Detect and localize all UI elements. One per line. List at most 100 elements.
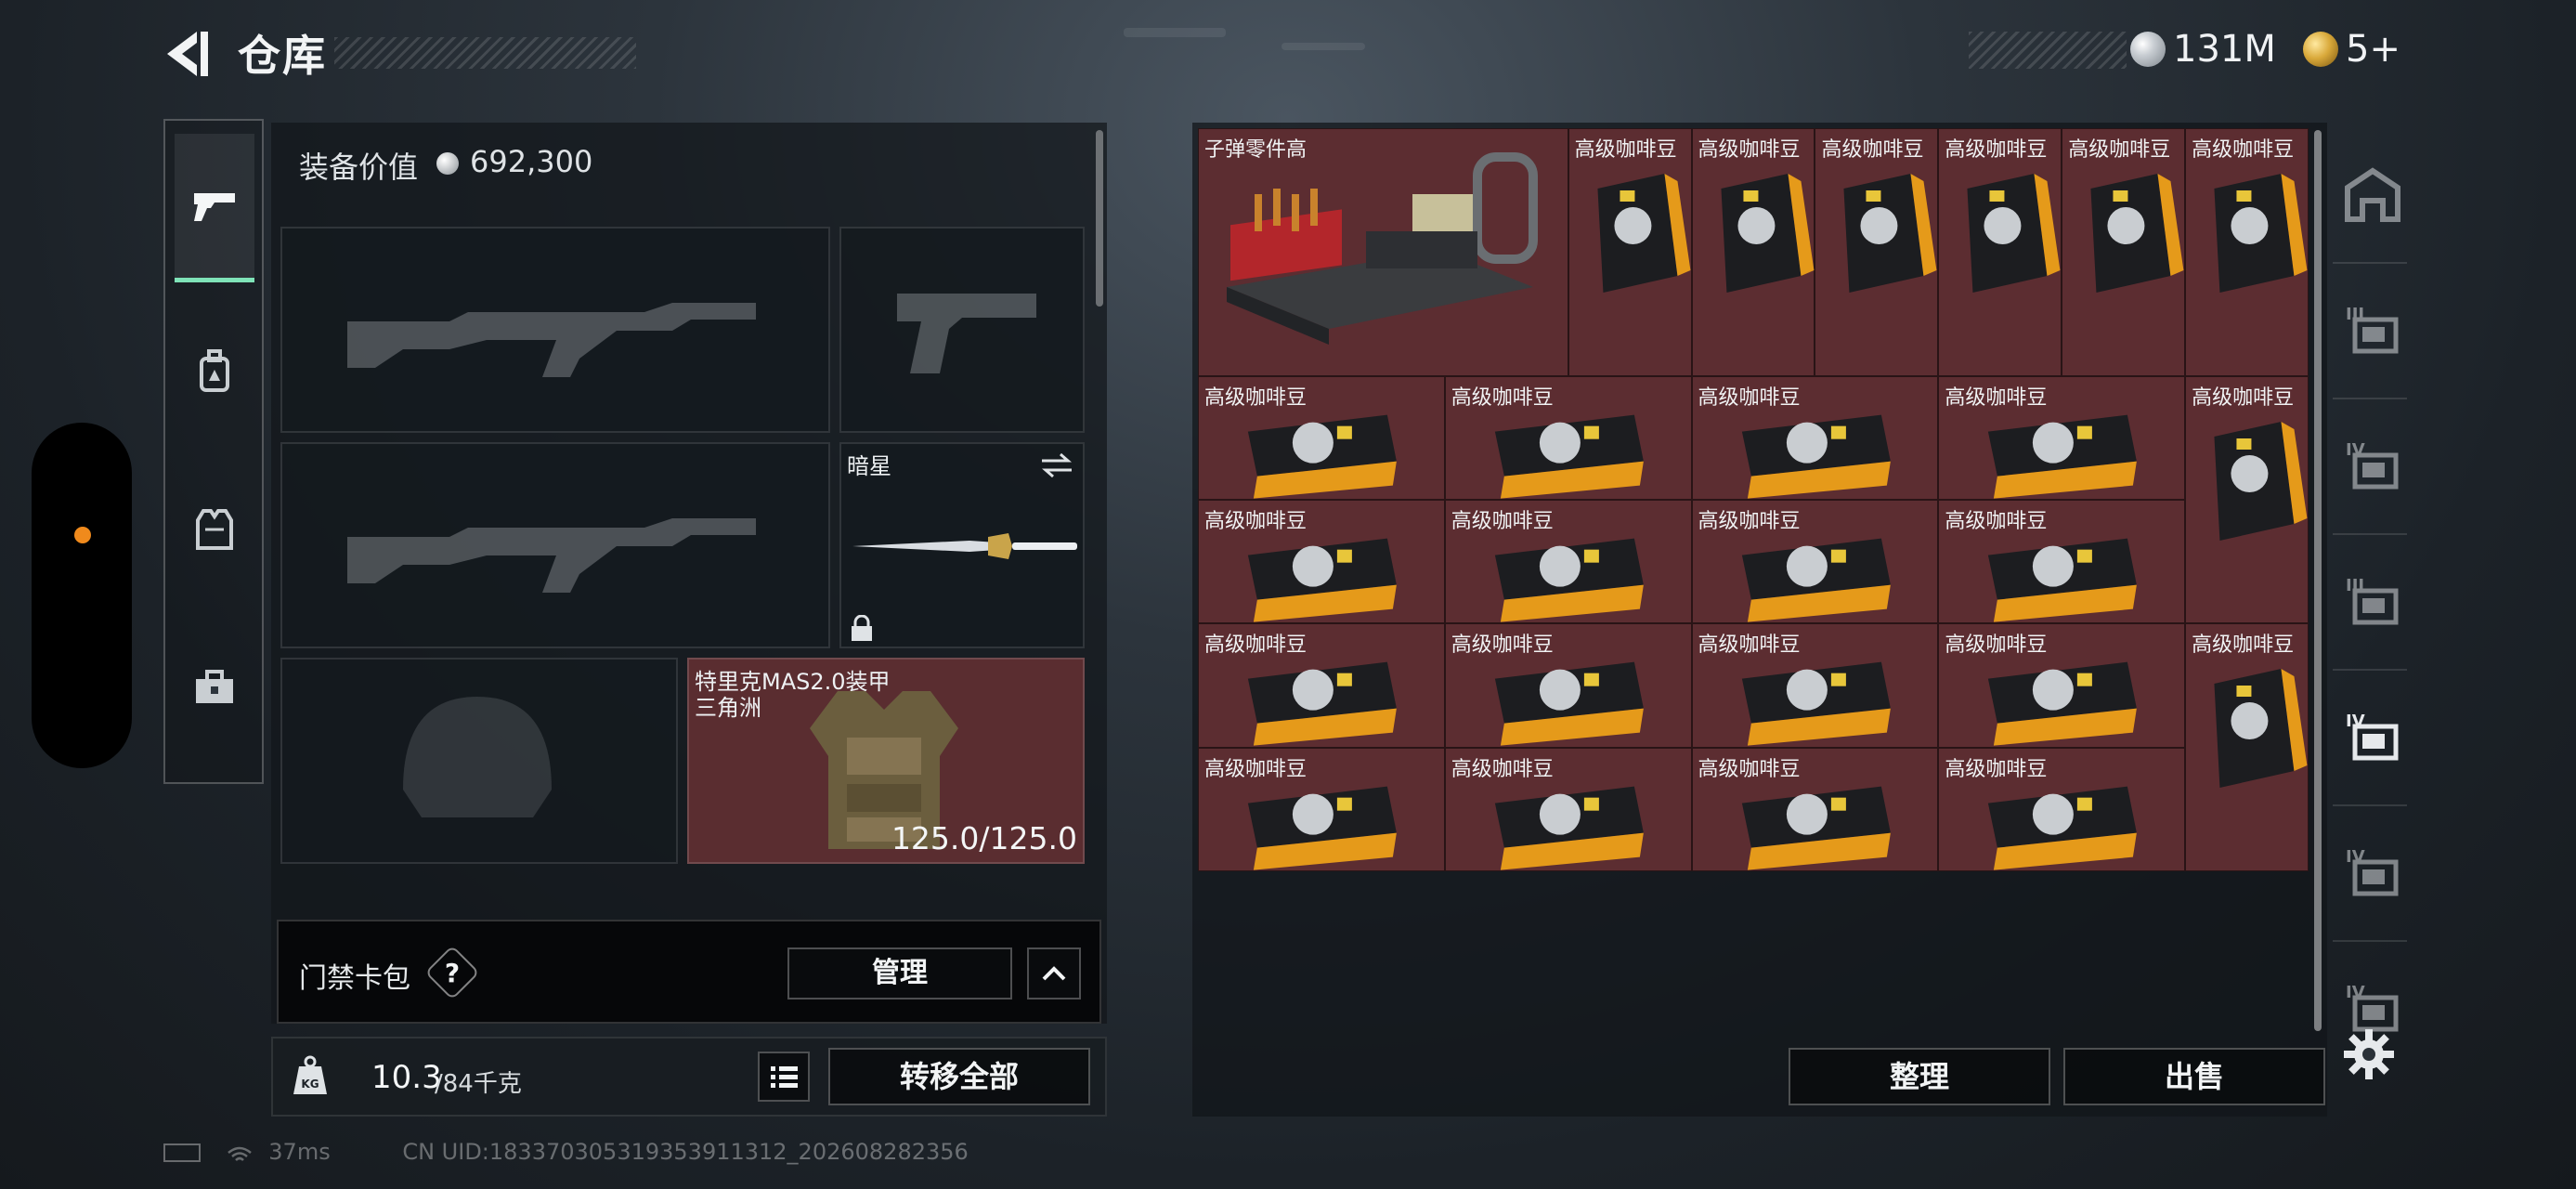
storage-item[interactable]: 高级咖啡豆	[1198, 500, 1445, 624]
gold-coin-icon	[2303, 32, 2338, 67]
settings-button[interactable]	[2340, 1026, 2398, 1083]
slot-secondary-weapon[interactable]	[280, 442, 830, 648]
storage-item[interactable]: 高级咖啡豆	[1938, 375, 2186, 500]
storage-item[interactable]: 高级咖啡豆	[2062, 128, 2186, 376]
coffee-bag-icon	[1597, 174, 1691, 293]
storage-tier-3-b-icon: III	[2346, 576, 2399, 625]
storage-tier-label: IV	[2346, 440, 2365, 460]
storage-item[interactable]: 高级咖啡豆	[1938, 623, 2186, 748]
backpack-icon	[200, 349, 229, 392]
chevron-up-icon	[1042, 966, 1066, 981]
armor-durability: 125.0/125.0	[891, 820, 1077, 856]
storage-item-name: 高级咖啡豆	[1945, 510, 2048, 533]
pistol-icon	[194, 192, 235, 221]
category-tab-weapons[interactable]	[175, 134, 254, 282]
storage-tier-label: III	[2346, 576, 2364, 595]
storage-item-name: 子弹零件高	[1204, 138, 1308, 162]
storage-item[interactable]: 高级咖啡豆	[1938, 500, 2186, 624]
melee-name: 暗星	[847, 453, 891, 479]
collapse-button[interactable]	[1027, 947, 1081, 1000]
ping-value: 37ms	[268, 1139, 331, 1165]
storage-item[interactable]: 高级咖啡豆	[1444, 747, 1692, 871]
equipment-value-label: 装备价值	[299, 150, 419, 185]
notification-dot	[74, 527, 91, 543]
storage-item-name: 高级咖啡豆	[1821, 138, 1924, 162]
storage-item[interactable]: 高级咖啡豆	[1938, 747, 2186, 871]
sort-button[interactable]: 整理	[1789, 1048, 2050, 1105]
storage-item[interactable]: 子弹零件高	[1198, 128, 1568, 376]
svg-text:KG: KG	[301, 1078, 319, 1091]
storage-item-name: 高级咖啡豆	[1451, 385, 1554, 410]
storage-item-name: 高级咖啡豆	[1204, 634, 1308, 658]
storage-item-name: 高级咖啡豆	[2192, 634, 2295, 658]
swap-icon[interactable]	[1038, 451, 1075, 479]
storage-item[interactable]: 高级咖啡豆	[1815, 128, 1939, 376]
storage-item[interactable]: 高级咖啡豆	[1444, 500, 1692, 624]
storage-item-name: 高级咖啡豆	[1204, 385, 1308, 410]
storage-tab[interactable]: IV	[2342, 842, 2403, 903]
slot-melee[interactable]: 暗星	[839, 442, 1085, 648]
storage-item-name: 高级咖啡豆	[1698, 634, 1801, 658]
equipment-scrollbar[interactable]	[1096, 130, 1103, 307]
title-decoration	[334, 37, 636, 69]
storage-item-name: 高级咖啡豆	[1945, 634, 2048, 658]
storage-item-name: 高级咖啡豆	[1451, 634, 1554, 658]
weight-kg-icon: KG	[293, 1055, 327, 1094]
storage-main-icon	[2345, 167, 2400, 222]
storage-item[interactable]: 高级咖啡豆	[1198, 375, 1445, 500]
storage-item[interactable]: 高级咖啡豆	[1691, 747, 1939, 871]
coffee-bag-icon	[2214, 669, 2308, 789]
storage-item[interactable]: 高级咖啡豆	[2185, 623, 2309, 871]
category-tab-vest[interactable]	[175, 455, 254, 604]
storage-item-name: 高级咖啡豆	[1698, 757, 1801, 781]
list-view-button[interactable]	[758, 1052, 810, 1102]
storage-item[interactable]: 高级咖啡豆	[1444, 375, 1692, 500]
battery-icon	[163, 1143, 201, 1162]
slot-pistol[interactable]	[839, 227, 1085, 433]
slot-armor[interactable]: 特里克MAS2.0装甲 三角洲 125.0/125.0	[687, 658, 1085, 864]
currency-gold-value: 5+	[2346, 28, 2400, 71]
storage-item-name: 高级咖啡豆	[2192, 385, 2295, 410]
manage-button[interactable]: 管理	[787, 947, 1012, 1000]
category-tab-backpack[interactable]	[175, 297, 254, 446]
list-icon	[771, 1066, 798, 1088]
storage-tab[interactable]: IV	[2342, 706, 2403, 767]
storage-tab[interactable]: IV	[2342, 435, 2403, 496]
storage-item-name: 高级咖啡豆	[1451, 757, 1554, 781]
storage-item[interactable]: 高级咖啡豆	[1198, 747, 1445, 871]
storage-item-name: 高级咖啡豆	[1698, 385, 1801, 410]
storage-tab[interactable]	[2342, 163, 2403, 225]
storage-item[interactable]: 高级咖啡豆	[1691, 128, 1815, 376]
storage-scrollbar[interactable]	[2314, 130, 2322, 1031]
storage-tier-4-c-icon: IV	[2346, 847, 2399, 896]
slot-primary-weapon[interactable]	[280, 227, 830, 433]
storage-tab[interactable]: III	[2342, 299, 2403, 360]
rail-separator	[2333, 940, 2407, 942]
storage-tab[interactable]: III	[2342, 570, 2403, 632]
storage-item[interactable]: 高级咖啡豆	[1691, 623, 1939, 748]
help-icon[interactable]: ?	[433, 955, 472, 994]
storage-item[interactable]: 高级咖啡豆	[1691, 500, 1939, 624]
lock-icon	[852, 615, 872, 641]
storage-item[interactable]: 高级咖啡豆	[1938, 128, 2062, 376]
storage-item[interactable]: 高级咖啡豆	[2185, 128, 2309, 376]
storage-tier-label: IV	[2346, 847, 2365, 867]
storage-tier-label: IV	[2346, 983, 2365, 1002]
coffee-bag-icon	[1967, 174, 2061, 293]
sell-button[interactable]: 出售	[2063, 1048, 2325, 1105]
transfer-all-button[interactable]: 转移全部	[828, 1048, 1090, 1105]
storage-item[interactable]: 高级咖啡豆	[1568, 128, 1692, 376]
storage-item[interactable]: 高级咖啡豆	[1198, 623, 1445, 748]
back-button[interactable]	[160, 28, 215, 80]
storage-item[interactable]: 高级咖啡豆	[1691, 375, 1939, 500]
storage-item[interactable]: 高级咖啡豆	[2185, 375, 2309, 624]
storage-item[interactable]: 高级咖啡豆	[1444, 623, 1692, 748]
category-tab-toolbox[interactable]	[175, 613, 254, 762]
storage-item-name: 高级咖啡豆	[1945, 757, 2048, 781]
pistol-silhouette-icon	[897, 294, 1036, 373]
wifi-icon	[227, 1143, 253, 1162]
slot-helmet[interactable]	[280, 658, 678, 864]
side-handle[interactable]	[32, 423, 132, 768]
storage-tier-4-a-icon: IV	[2346, 440, 2399, 490]
toolbox-icon	[196, 670, 233, 703]
